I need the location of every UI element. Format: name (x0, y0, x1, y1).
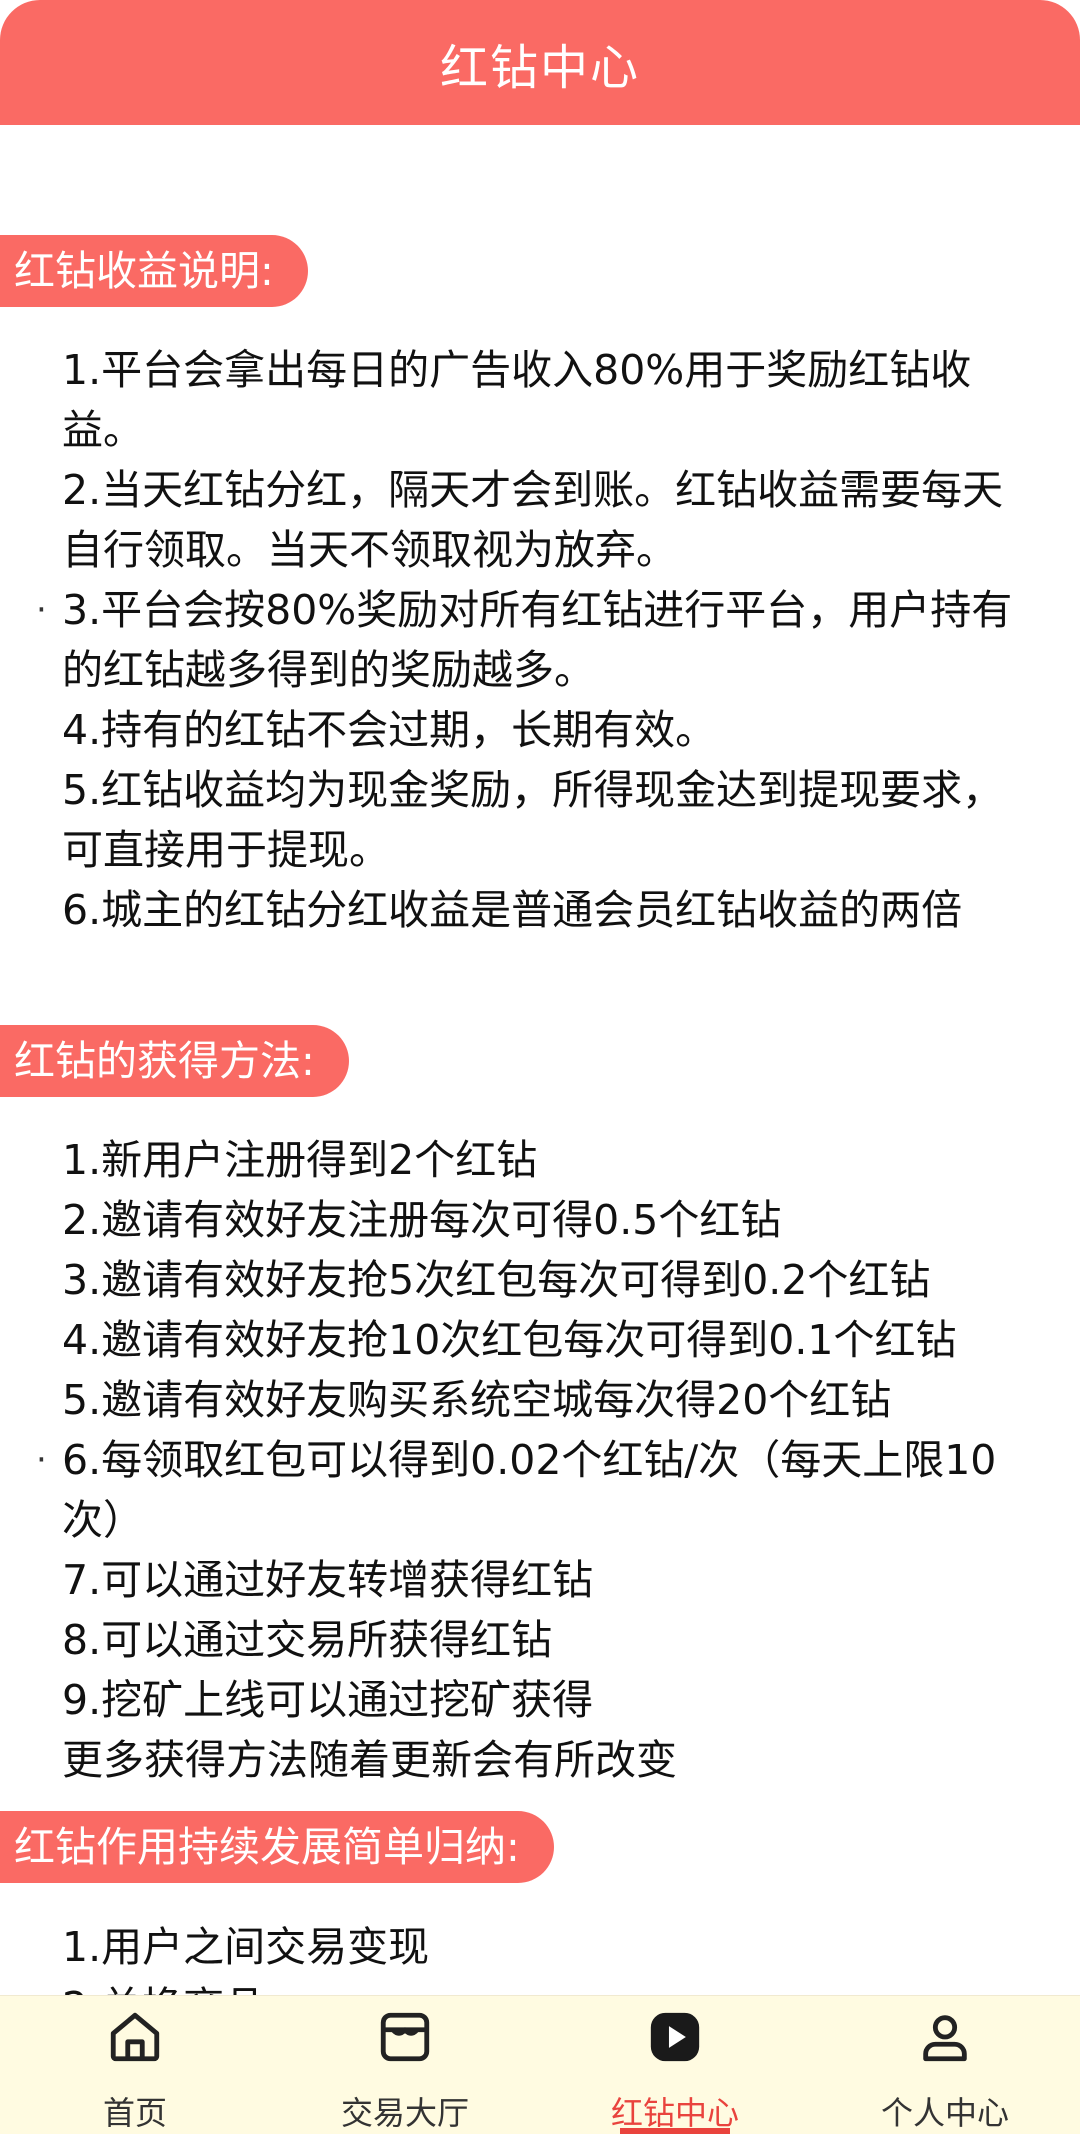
tab-label: 首页 (102, 2094, 167, 2132)
home-icon (104, 2008, 166, 2066)
section-body-methods: 1.新用户注册得到2个红钻 2.邀请有效好友注册每次可得0.5个红钻 3.邀请有… (36, 1130, 1042, 1790)
list-item: 4.邀请有效好友抢10次红包每次可得到0.1个红钻 (62, 1316, 957, 1364)
list-item: 5.红钻收益均为现金奖励，所得现金达到提现要求，可直接用于提现。 (62, 766, 1004, 874)
list-item: 6.城主的红钻分红收益是普通会员红钻收益的两倍 (62, 886, 963, 934)
bottom-tab-bar: 首页 交易大厅 红钻中心 个人中心 (0, 1995, 1080, 2134)
tab-red-diamond-center[interactable]: 红钻中心 (540, 1996, 810, 2134)
section-title-methods: 红钻的获得方法: (0, 1025, 349, 1097)
list-item: 1.用户之间交易变现 (62, 1923, 430, 1971)
list-item: 5.邀请有效好友购买系统空城每次得20个红钻 (62, 1376, 892, 1424)
list-item: 1.新用户注册得到2个红钻 (62, 1136, 538, 1184)
tab-personal-center[interactable]: 个人中心 (810, 1996, 1080, 2134)
list-item: · 6.每领取红包可以得到0.02个红钻/次（每天上限10次） (36, 1430, 1042, 1550)
list-item: 3.邀请有效好友抢5次红包每次可得到0.2个红钻 (62, 1256, 931, 1304)
section-body-earnings: 1.平台会拿出每日的广告收入80%用于奖励红钻收益。 2.当天红钻分红，隔天才会… (36, 340, 1042, 940)
tab-home[interactable]: 首页 (0, 1996, 270, 2134)
section-title-summary: 红钻作用持续发展简单归纳: (0, 1811, 554, 1883)
active-tab-indicator (620, 2128, 730, 2134)
list-item: 7.可以通过好友转增获得红钻 (62, 1556, 594, 1604)
list-item: 1.平台会拿出每日的广告收入80%用于奖励红钻收益。 (62, 346, 972, 454)
list-item: 4.持有的红钻不会过期，长期有效。 (62, 706, 717, 754)
list-item: 2.邀请有效好友注册每次可得0.5个红钻 (62, 1196, 782, 1244)
page-header: 红钻中心 (0, 0, 1080, 125)
play-icon (644, 2008, 706, 2066)
section-body-summary: 1.用户之间交易变现 2.兑换商品 (62, 1917, 1042, 1995)
list-item: 更多获得方法随着更新会有所改变 (62, 1736, 677, 1784)
store-icon (374, 2008, 436, 2066)
bullet-dot-icon: · (36, 590, 47, 630)
section-title-earnings: 红钻收益说明: (0, 235, 308, 307)
list-item: · 3.平台会按80%奖励对所有红钻进行平台，用户持有的红钻越多得到的奖励越多。 (36, 580, 1042, 700)
list-item: 9.挖矿上线可以通过挖矿获得 (62, 1676, 594, 1724)
tab-label: 交易大厅 (340, 2094, 469, 2132)
page-title: 红钻中心 (439, 39, 640, 96)
tab-label: 个人中心 (880, 2094, 1009, 2132)
user-icon (914, 2008, 976, 2066)
list-item: 8.可以通过交易所获得红钻 (62, 1616, 553, 1664)
tab-trading-hall[interactable]: 交易大厅 (270, 1996, 540, 2134)
bullet-dot-icon: · (36, 1440, 47, 1480)
list-item: 2.当天红钻分红，隔天才会到账。红钻收益需要每天自行领取。当天不领取视为放弃。 (62, 466, 1004, 574)
list-item: 2.兑换商品 (62, 1977, 1042, 1995)
content-scroll-area[interactable]: 红钻收益说明: 1.平台会拿出每日的广告收入80%用于奖励红钻收益。 2.当天红… (0, 125, 1080, 1995)
